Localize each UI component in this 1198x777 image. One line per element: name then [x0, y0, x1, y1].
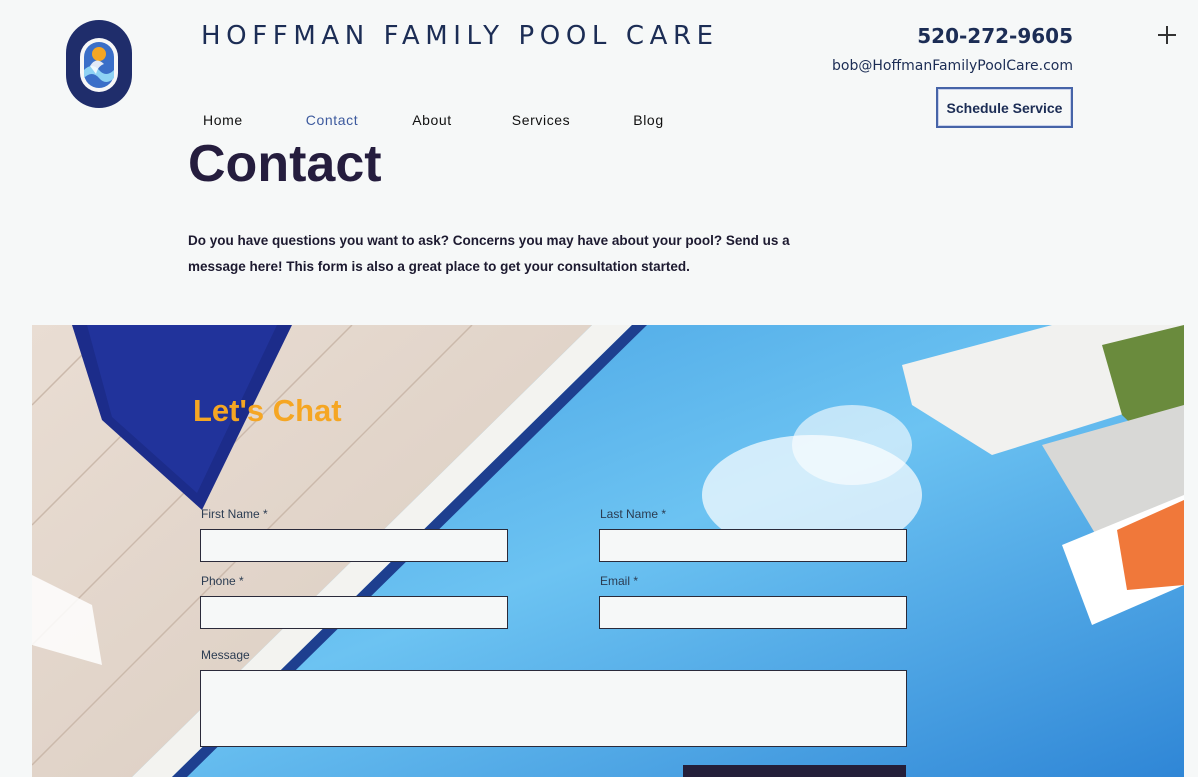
last-name-input[interactable] [599, 529, 907, 562]
first-name-label: First Name * [201, 507, 268, 521]
phone-number[interactable]: 520-272-9605 [917, 24, 1073, 48]
nav-item-services[interactable]: Services [512, 112, 570, 128]
nav-item-contact[interactable]: Contact [306, 112, 358, 128]
submit-button[interactable] [683, 765, 906, 777]
plus-icon[interactable] [1158, 26, 1176, 44]
schedule-service-button[interactable]: Schedule Service [936, 87, 1073, 128]
form-heading: Let's Chat [193, 393, 342, 428]
intro-text: Do you have questions you want to ask? C… [188, 233, 790, 274]
company-logo[interactable] [64, 18, 134, 110]
nav-item-home[interactable]: Home [203, 112, 243, 128]
message-textarea[interactable] [200, 670, 907, 747]
phone-label: Phone * [201, 574, 244, 588]
nav-item-blog[interactable]: Blog [633, 112, 663, 128]
last-name-label: Last Name * [600, 507, 667, 521]
email-label: Email * [600, 574, 639, 588]
message-label: Message [201, 648, 250, 662]
brand-name[interactable]: HOFFMAN FAMILY POOL CARE [201, 21, 719, 51]
first-name-input[interactable] [200, 529, 508, 562]
main-nav: Home Contact About Services Blog [203, 112, 664, 128]
page-title: Contact [188, 135, 382, 193]
contact-form-section: Let's Chat First Name * Last Name * Phon… [32, 325, 1184, 777]
nav-item-about[interactable]: About [412, 112, 452, 128]
phone-input[interactable] [200, 596, 508, 629]
email-link[interactable]: bob@HoffmanFamilyPoolCare.com [832, 58, 1073, 74]
email-input[interactable] [599, 596, 907, 629]
